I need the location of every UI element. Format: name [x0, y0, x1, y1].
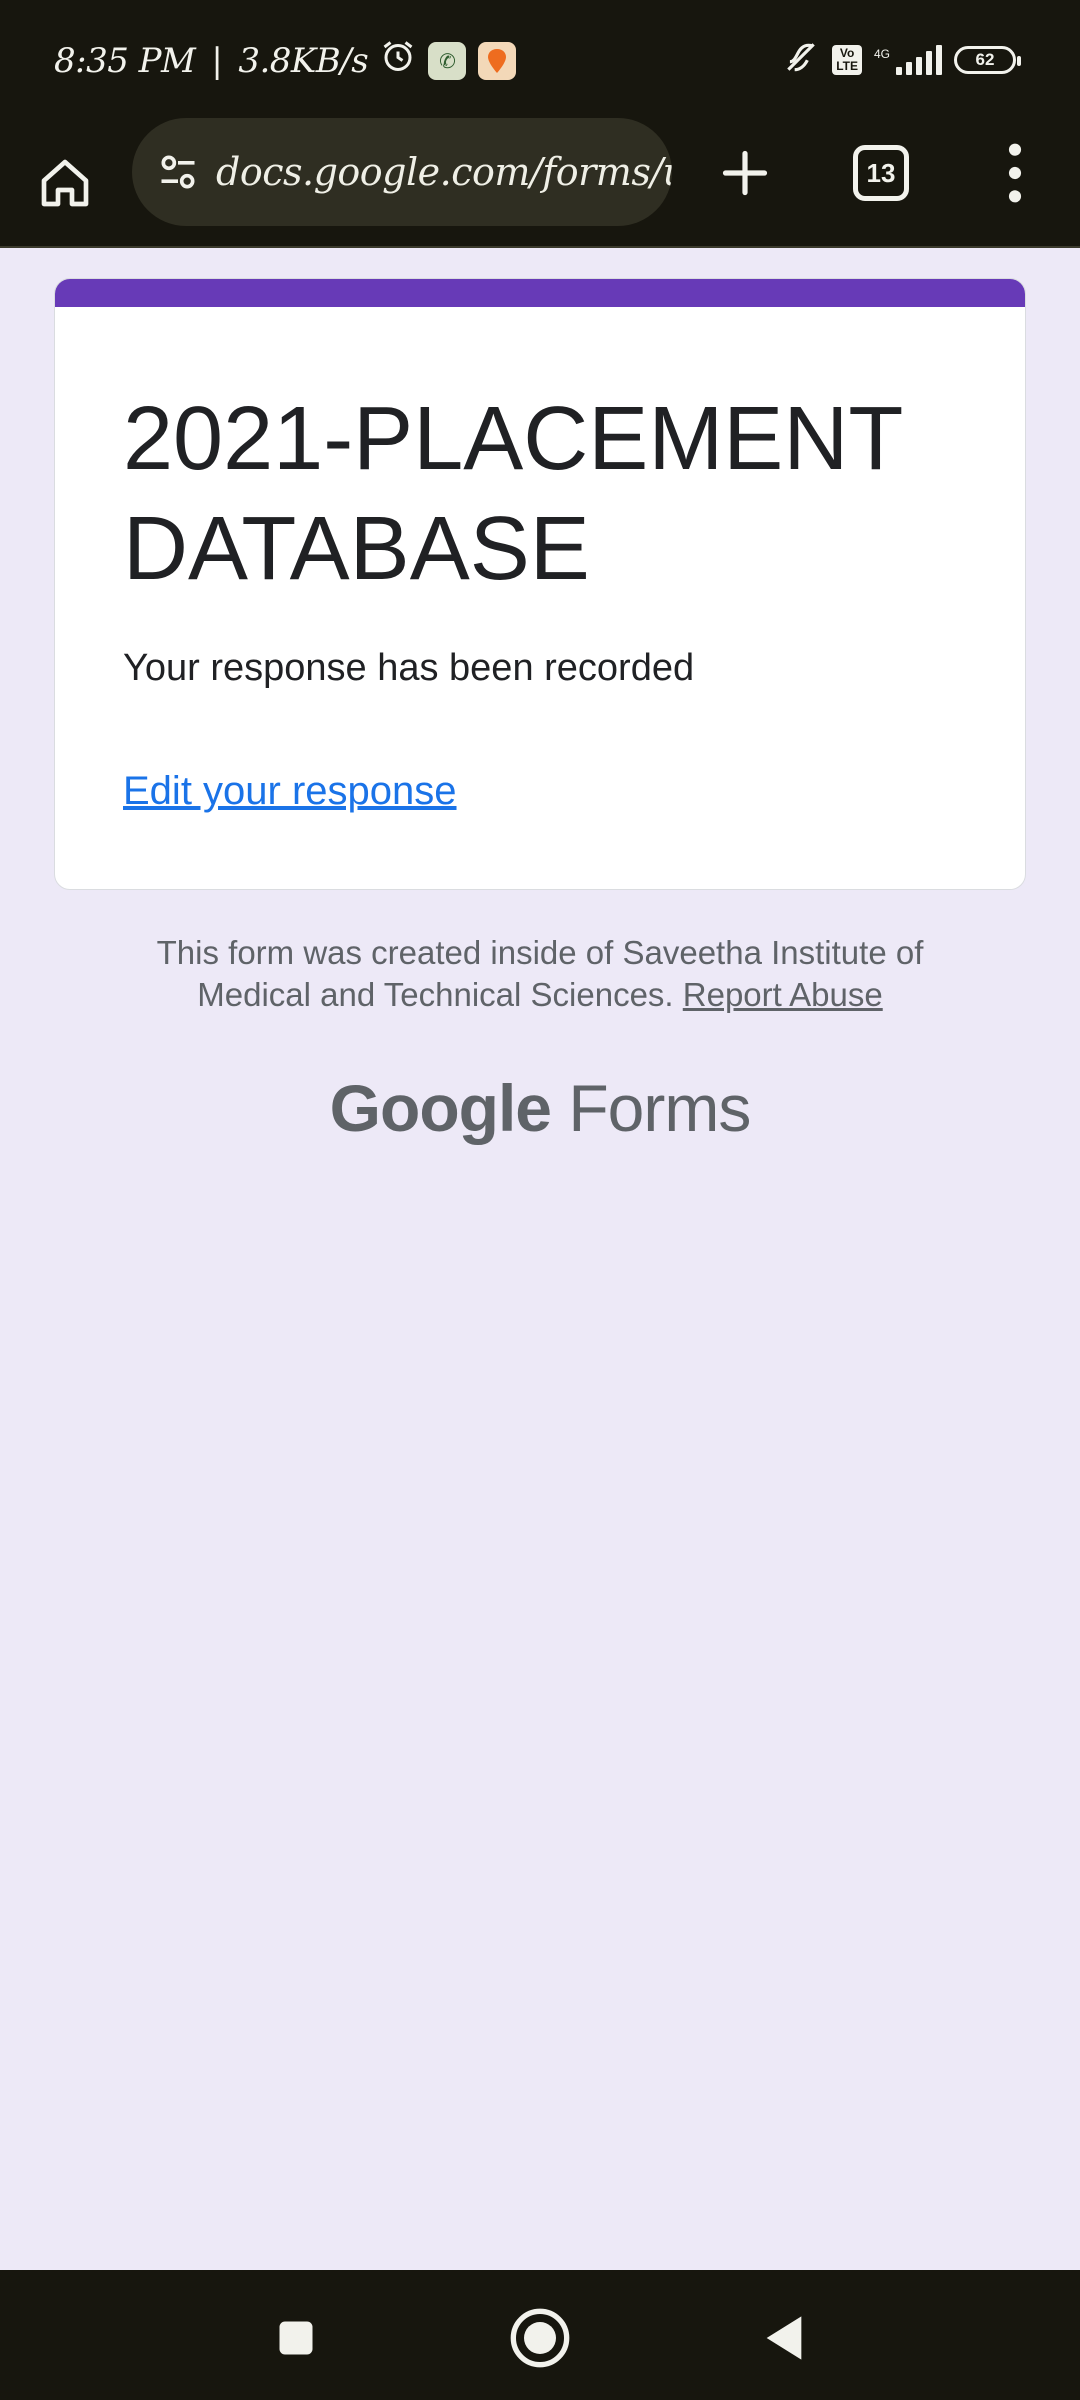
site-settings-icon[interactable]: [152, 146, 204, 198]
home-circle-icon[interactable]: [500, 2298, 580, 2378]
more-menu-icon[interactable]: [990, 138, 1040, 208]
status-right: Vo LTE 4G 62: [782, 38, 1021, 81]
logo-product: Forms: [568, 1071, 751, 1145]
tabs-icon[interactable]: 13: [853, 145, 909, 201]
new-tab-icon[interactable]: [710, 138, 780, 208]
recents-square-icon[interactable]: [256, 2298, 336, 2378]
form-confirmation-card: 2021-PLACEMENT DATABASE Your response ha…: [54, 278, 1026, 890]
edit-response-link[interactable]: Edit your response: [123, 769, 457, 814]
status-left: 8:35 PM | 3.8KB/s ✆: [54, 38, 517, 83]
phone-app-icon: ✆: [428, 41, 467, 80]
volte-icon: Vo LTE: [832, 44, 862, 75]
address-bar[interactable]: docs.google.com/forms/u/1: [132, 118, 672, 226]
tab-count: 13: [866, 157, 896, 188]
browser-toolbar: docs.google.com/forms/u/1 13: [0, 118, 1080, 248]
footer-note: This form was created inside of Saveetha…: [100, 932, 980, 1016]
status-bar: 8:35 PM | 3.8KB/s ✆ Vo LTE 4G 62: [0, 0, 1080, 118]
report-abuse-link[interactable]: Report Abuse: [683, 976, 883, 1013]
back-triangle-icon[interactable]: [744, 2298, 824, 2378]
swiggy-app-icon: [478, 41, 517, 80]
google-forms-logo: Google Forms: [0, 1070, 1080, 1146]
status-separator: |: [211, 40, 223, 81]
net-speed: 3.8KB/s: [238, 40, 369, 81]
network-type: 4G: [873, 46, 890, 61]
signal-icon: [896, 44, 942, 75]
logo-brand: Google: [329, 1071, 552, 1145]
system-nav-bar: [0, 2270, 1080, 2400]
mute-icon: [782, 38, 820, 81]
battery-icon: 62: [954, 45, 1021, 74]
card-accent-bar: [55, 279, 1025, 307]
home-icon[interactable]: [30, 148, 100, 218]
alarm-icon: [380, 38, 416, 83]
volte-line1: Vo: [839, 45, 855, 60]
battery-level: 62: [975, 49, 995, 69]
clock: 8:35 PM: [54, 40, 196, 81]
confirmation-message: Your response has been recorded: [123, 647, 695, 689]
volte-line2: LTE: [836, 58, 858, 73]
url-text[interactable]: docs.google.com/forms/u/1: [216, 150, 672, 194]
form-title: 2021-PLACEMENT DATABASE: [123, 389, 902, 599]
